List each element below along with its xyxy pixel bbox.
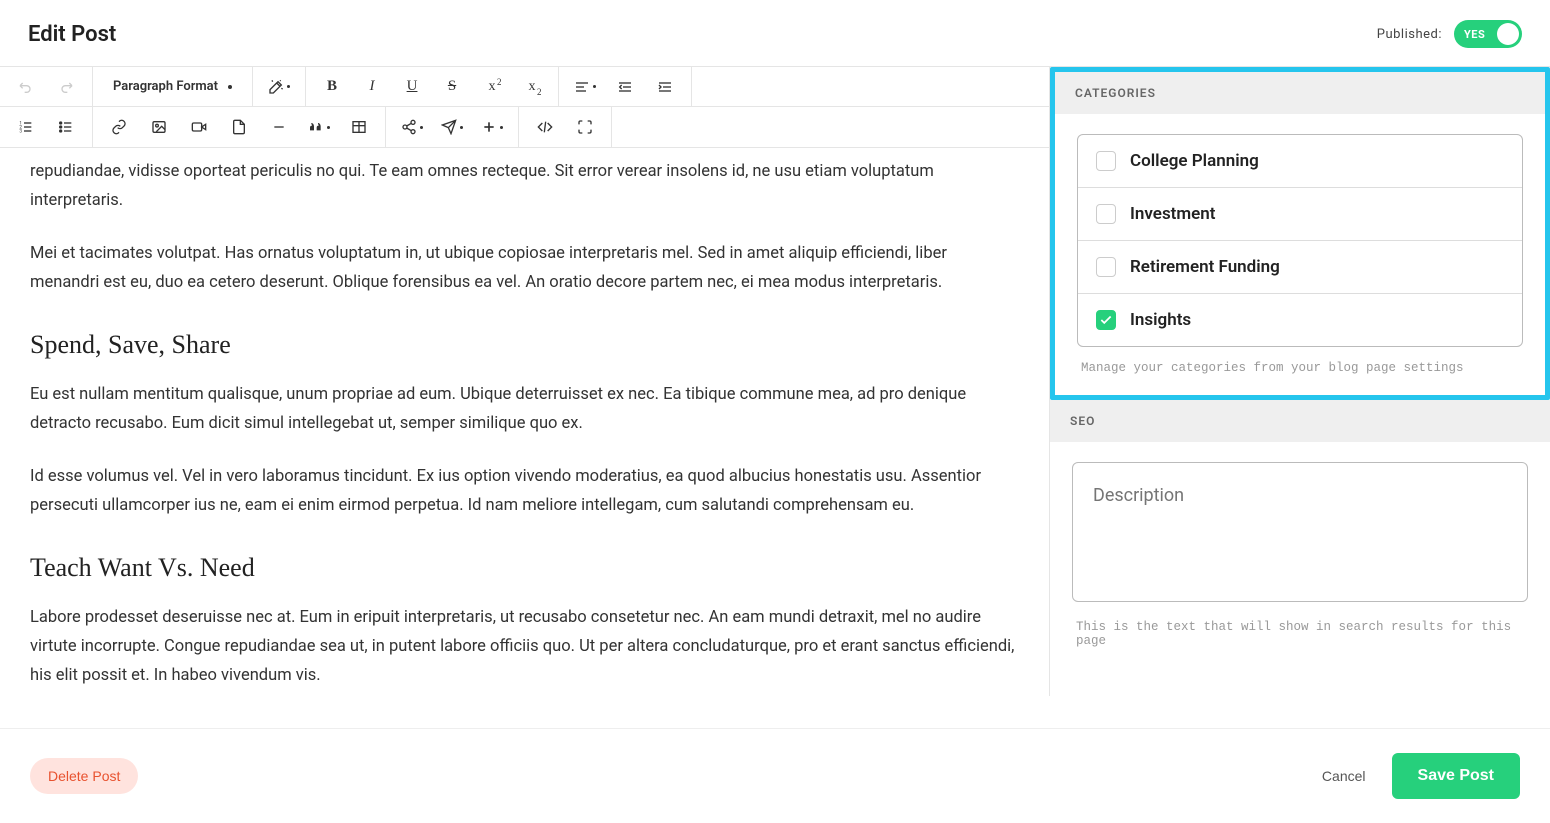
cancel-button[interactable]: Cancel <box>1322 768 1366 784</box>
toggle-yes-text: YES <box>1464 28 1485 41</box>
editor-content[interactable]: repudiandae, vidisse oporteat periculis … <box>0 148 1049 696</box>
format-label: Paragraph Format <box>113 79 218 94</box>
categories-list: College Planning Investment Retirement F… <box>1077 134 1523 347</box>
file-button[interactable] <box>219 107 259 147</box>
italic-button[interactable]: I <box>352 67 392 107</box>
send-button[interactable] <box>432 107 472 147</box>
hr-button[interactable] <box>259 107 299 147</box>
unordered-list-button[interactable] <box>46 107 86 147</box>
insert-button[interactable] <box>472 107 512 147</box>
category-item-retirement-funding[interactable]: Retirement Funding <box>1078 241 1522 294</box>
quote-button[interactable] <box>299 107 339 147</box>
editor-pane: Paragraph Format B I U S x2 x2 <box>0 67 1050 696</box>
category-item-insights[interactable]: Insights <box>1078 294 1522 346</box>
align-button[interactable] <box>565 67 605 107</box>
video-button[interactable] <box>179 107 219 147</box>
seo-panel: SEO This is the text that will show in s… <box>1050 400 1550 668</box>
sidebar: CATEGORIES College Planning Investment R… <box>1050 67 1550 696</box>
content-heading: Spend, Save, Share <box>30 322 1019 368</box>
svg-text:3: 3 <box>19 128 22 134</box>
category-label: Retirement Funding <box>1130 257 1280 277</box>
category-label: Investment <box>1130 204 1216 224</box>
seo-header: SEO <box>1050 400 1550 442</box>
ordered-list-button[interactable]: 123 <box>6 107 46 147</box>
dropdown-indicator-icon <box>228 85 232 89</box>
content-paragraph: repudiandae, vidisse oporteat periculis … <box>30 158 1019 216</box>
main: Paragraph Format B I U S x2 x2 <box>0 67 1550 696</box>
strikethrough-button[interactable]: S <box>432 67 472 107</box>
checkbox-icon <box>1096 151 1116 171</box>
categories-header: CATEGORIES <box>1055 72 1545 114</box>
undo-button[interactable] <box>6 67 46 107</box>
bold-button[interactable]: B <box>312 67 352 107</box>
category-item-college-planning[interactable]: College Planning <box>1078 135 1522 188</box>
category-label: Insights <box>1130 310 1191 330</box>
image-button[interactable] <box>139 107 179 147</box>
outdent-button[interactable] <box>605 67 645 107</box>
redo-button[interactable] <box>46 67 86 107</box>
content-paragraph: Id esse volumus vel. Vel in vero laboram… <box>30 463 1019 521</box>
header: Edit Post Published: YES <box>0 0 1550 66</box>
categories-panel: CATEGORIES College Planning Investment R… <box>1050 67 1550 400</box>
checkbox-icon <box>1096 204 1116 224</box>
content-paragraph: Labore prodesset deseruisse nec at. Eum … <box>30 604 1019 691</box>
content-heading: Teach Want Vs. Need <box>30 545 1019 591</box>
category-item-investment[interactable]: Investment <box>1078 188 1522 241</box>
content-paragraph: Eu est nullam mentitum qualisque, unum p… <box>30 381 1019 439</box>
fullscreen-button[interactable] <box>565 107 605 147</box>
save-post-button[interactable]: Save Post <box>1392 753 1520 799</box>
content-paragraph: Mei et tacimates volutpat. Has ornatus v… <box>30 240 1019 298</box>
footer: Delete Post Cancel Save Post <box>0 728 1550 823</box>
seo-hint: This is the text that will show in searc… <box>1072 620 1528 648</box>
magic-wand-button[interactable] <box>259 67 299 107</box>
toolbar-row-2: 123 <box>0 107 1049 147</box>
subscript-button[interactable]: x2 <box>512 67 552 107</box>
toolbar-row-1: Paragraph Format B I U S x2 x2 <box>0 67 1049 107</box>
share-button[interactable] <box>392 107 432 147</box>
checkbox-icon <box>1096 257 1116 277</box>
link-button[interactable] <box>99 107 139 147</box>
checkbox-checked-icon <box>1096 310 1116 330</box>
table-button[interactable] <box>339 107 379 147</box>
published-label: Published: <box>1377 27 1442 42</box>
superscript-button[interactable]: x2 <box>472 67 512 107</box>
toggle-knob <box>1497 23 1519 45</box>
indent-button[interactable] <box>645 67 685 107</box>
page-title: Edit Post <box>28 22 116 47</box>
categories-hint: Manage your categories from your blog pa… <box>1077 361 1523 375</box>
published-toggle[interactable]: YES <box>1454 20 1522 48</box>
toolbar: Paragraph Format B I U S x2 x2 <box>0 67 1049 148</box>
underline-button[interactable]: U <box>392 67 432 107</box>
publish-toggle-group: Published: YES <box>1377 20 1522 48</box>
paragraph-format-dropdown[interactable]: Paragraph Format <box>99 67 246 106</box>
delete-post-button[interactable]: Delete Post <box>30 758 138 794</box>
code-view-button[interactable] <box>525 107 565 147</box>
seo-description-input[interactable] <box>1072 462 1528 602</box>
category-label: College Planning <box>1130 151 1259 171</box>
